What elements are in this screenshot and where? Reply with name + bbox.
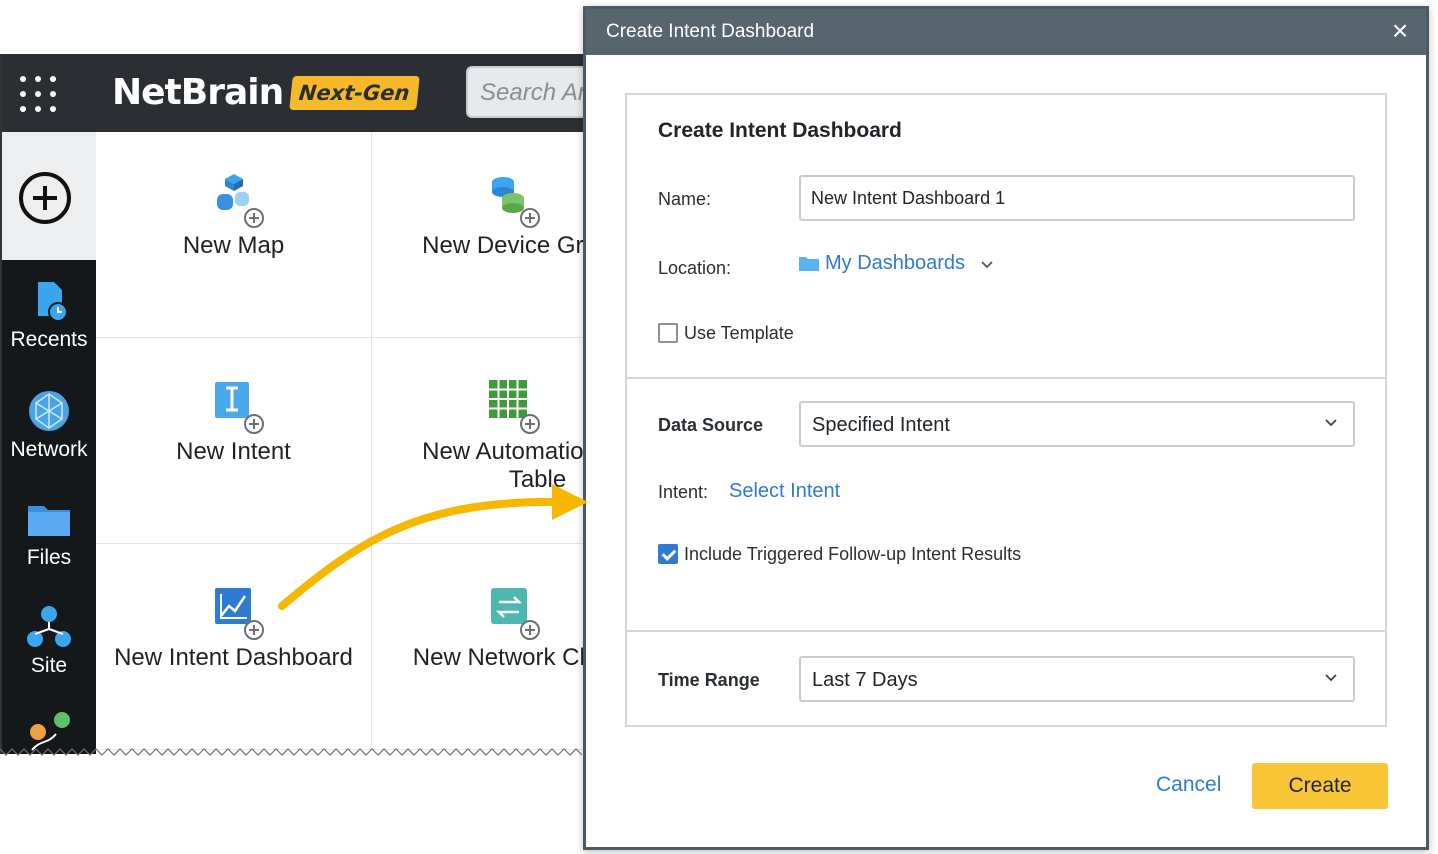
cancel-button[interactable]: Cancel bbox=[1156, 773, 1221, 797]
name-field[interactable] bbox=[799, 175, 1355, 221]
chevron-down-icon bbox=[980, 261, 993, 269]
tile-label: New Device Gro bbox=[422, 232, 584, 259]
name-label: Name: bbox=[658, 189, 712, 209]
search-placeholder: Search An bbox=[480, 79, 584, 106]
new-tab[interactable] bbox=[2, 132, 96, 260]
add-circle-icon bbox=[19, 172, 71, 224]
sidebar-item-recents[interactable]: Recents bbox=[2, 278, 96, 352]
data-source-value: Specified Intent bbox=[812, 414, 950, 436]
time-range-label: Time Range bbox=[658, 670, 760, 690]
chevron-down-icon bbox=[1325, 419, 1337, 427]
add-plus-icon bbox=[244, 620, 264, 640]
sidebar-item-files[interactable]: Files bbox=[2, 496, 96, 570]
time-range-value: Last 7 Days bbox=[812, 669, 918, 691]
folder-icon bbox=[28, 506, 70, 536]
tile-label: New Intent Dashboard bbox=[114, 644, 353, 671]
sidebar-label: Site bbox=[30, 654, 68, 677]
tile-new-map[interactable]: New Map bbox=[96, 132, 372, 338]
site-icon bbox=[27, 606, 71, 647]
tile-new-device-group[interactable]: New Device Gro bbox=[372, 132, 584, 338]
sidebar-item-site[interactable]: Site bbox=[2, 604, 96, 678]
tile-label-line1: New Automation bbox=[422, 438, 584, 465]
location-label: Location: bbox=[658, 258, 732, 278]
form-panel: Create Intent Dashboard Name: Location: … bbox=[625, 93, 1387, 727]
annotation-arrow bbox=[278, 484, 588, 610]
add-plus-icon bbox=[520, 414, 540, 434]
intent-label: Intent: bbox=[658, 482, 709, 502]
netbrain-logo: NetBrain bbox=[112, 72, 284, 113]
tile-label: New Map bbox=[182, 232, 285, 259]
use-template-label: Use Template bbox=[684, 323, 794, 343]
section-divider bbox=[627, 630, 1385, 632]
add-plus-icon bbox=[244, 208, 264, 228]
top-bar: NetBrain Next-Gen Search An bbox=[2, 54, 584, 132]
search-input[interactable]: Search An bbox=[466, 66, 584, 118]
include-followup-checkbox[interactable] bbox=[658, 544, 678, 564]
create-intent-dashboard-dialog: Create Intent Dashboard × Create Intent … bbox=[583, 6, 1429, 850]
create-button[interactable]: Create bbox=[1252, 763, 1388, 809]
sidebar-label: Files bbox=[26, 546, 72, 569]
data-source-select[interactable]: Specified Intent bbox=[799, 401, 1355, 447]
data-source-label: Data Source bbox=[658, 415, 764, 435]
apps-grid-icon[interactable] bbox=[20, 76, 56, 112]
tile-label: New Intent bbox=[176, 438, 291, 465]
location-value: My Dashboards bbox=[825, 252, 966, 274]
panel-title: Create Intent Dashboard bbox=[658, 119, 902, 142]
tile-label: New Network Cha bbox=[412, 644, 584, 671]
select-intent-link[interactable]: Select Intent bbox=[729, 480, 840, 503]
add-plus-icon bbox=[520, 208, 540, 228]
torn-edge bbox=[0, 748, 582, 756]
dialog-header: Create Intent Dashboard × bbox=[586, 9, 1426, 55]
network-icon bbox=[29, 391, 69, 431]
time-range-select[interactable]: Last 7 Days bbox=[799, 656, 1355, 702]
dialog-title: Create Intent Dashboard bbox=[606, 21, 815, 42]
use-template-checkbox[interactable] bbox=[658, 323, 678, 343]
netbrain-app-window: NetBrain Next-Gen Search An Recents Netw… bbox=[0, 54, 584, 754]
include-followup-label: Include Triggered Follow-up Intent Resul… bbox=[684, 544, 1022, 564]
create-new-grid: New Map New Device Gro New Intent New Au… bbox=[96, 132, 584, 754]
add-plus-icon bbox=[244, 414, 264, 434]
sidebar-item-network[interactable]: Network bbox=[2, 388, 96, 462]
chevron-down-icon bbox=[1325, 674, 1337, 682]
location-selector[interactable]: My Dashboards bbox=[799, 252, 994, 275]
section-divider bbox=[627, 377, 1385, 379]
sidebar-label: Recents bbox=[10, 328, 88, 351]
folder-icon bbox=[799, 257, 819, 271]
recents-icon bbox=[38, 282, 68, 322]
add-plus-icon bbox=[520, 620, 540, 640]
next-gen-badge: Next-Gen bbox=[289, 76, 420, 110]
sidebar: Recents Network Files Site bbox=[2, 132, 96, 754]
close-icon[interactable]: × bbox=[1384, 15, 1416, 47]
sidebar-label: Network bbox=[10, 438, 88, 461]
